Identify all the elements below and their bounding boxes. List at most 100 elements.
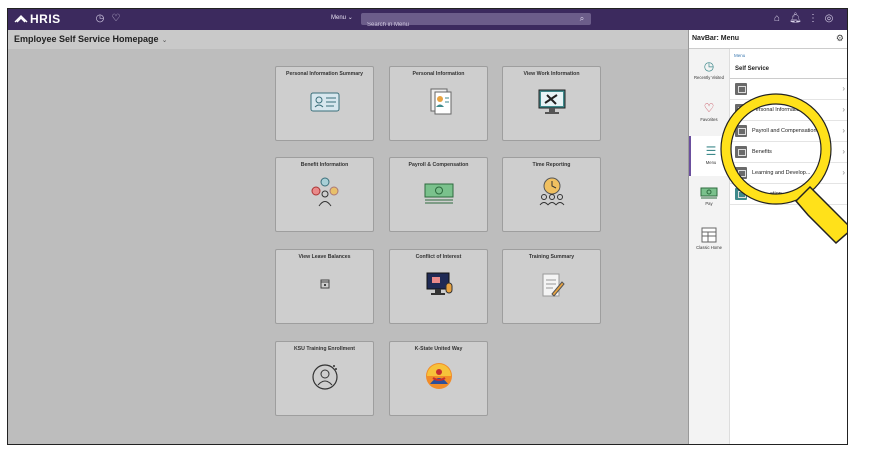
tile-ksu-training-enrollment[interactable]: KSU Training Enrollment bbox=[275, 341, 374, 416]
clock-icon: ◷ bbox=[703, 59, 715, 73]
chevron-right-icon: › bbox=[842, 147, 845, 156]
search-icon[interactable]: ⌕ bbox=[577, 14, 587, 24]
rail-pay[interactable]: Pay bbox=[689, 179, 729, 219]
tile-label: Personal Information Summary bbox=[286, 71, 363, 77]
rail-classic-home[interactable]: Classic Home bbox=[689, 221, 729, 261]
tile-personal-information-summary[interactable]: Personal Information Summary bbox=[275, 66, 374, 141]
rail-label: Menu bbox=[705, 160, 717, 165]
monitor-payment-icon bbox=[426, 272, 453, 295]
navbar-menu-panel: Menu Self Service › Personal Information… bbox=[730, 49, 847, 444]
navbar-header: NavBar: Menu ⚙ bbox=[689, 30, 847, 49]
nav-item-personal-information[interactable]: Personal Information › bbox=[730, 100, 847, 121]
navbar-rail: ◷ Recently Visited ♡ Favorites ☰ Menu Pa… bbox=[689, 49, 731, 444]
people-network-icon bbox=[311, 177, 339, 207]
page-title-text: Employee Self Service Homepage bbox=[14, 34, 159, 44]
app-window: HRIS ◷ ♡ Menu ⌄ ⌕ ⌂ 🔔︎ ⋮ ◎ Employee Self… bbox=[7, 8, 848, 445]
clipboard-pencil-icon bbox=[542, 273, 565, 297]
breadcrumb[interactable]: Menu bbox=[734, 53, 745, 58]
page-title[interactable]: Employee Self Service Homepage ⌄ bbox=[14, 34, 167, 44]
tile-k-state-united-way[interactable]: K-State United Way bbox=[389, 341, 488, 416]
nav-item-benefits[interactable]: Benefits › bbox=[730, 142, 847, 163]
money-icon bbox=[700, 187, 718, 199]
tile-label: Conflict of Interest bbox=[415, 254, 462, 260]
folder-icon bbox=[735, 188, 747, 200]
section-title: Self Service bbox=[735, 66, 770, 72]
tile-label: Training Summary bbox=[528, 254, 575, 260]
title-bar: Employee Self Service Homepage ⌄ bbox=[8, 30, 688, 50]
folder-icon bbox=[735, 125, 747, 137]
chevron-right-icon: › bbox=[842, 105, 845, 114]
rail-menu[interactable]: ☰ Menu bbox=[689, 136, 731, 176]
person-documents-icon bbox=[430, 88, 452, 115]
united-way-icon bbox=[426, 363, 452, 389]
folder-icon bbox=[735, 146, 747, 158]
heart-icon[interactable]: ♡ bbox=[110, 13, 122, 25]
nav-item-payroll-and-compensation[interactable]: Payroll and Compensation › bbox=[730, 121, 847, 142]
compass-icon[interactable]: ◎ bbox=[823, 13, 835, 25]
navbar-title: NavBar: Menu bbox=[692, 35, 740, 42]
folder-icon bbox=[735, 167, 747, 179]
menu-dropdown[interactable]: Menu ⌄ bbox=[331, 14, 353, 21]
rail-recently-visited[interactable]: ◷ Recently Visited bbox=[689, 51, 729, 91]
rail-label: Classic Home bbox=[696, 245, 722, 250]
nav-item-view-information[interactable]: View ...ation bbox=[730, 184, 847, 205]
menu-dropdown-label: Menu bbox=[331, 15, 347, 21]
wheat-logo-icon bbox=[14, 15, 28, 23]
tile-view-work-information[interactable]: View Work Information bbox=[502, 66, 601, 141]
search-box: ⌕ bbox=[361, 13, 591, 31]
monitor-tools-icon bbox=[538, 89, 566, 114]
tile-label: View Leave Balances bbox=[298, 254, 351, 260]
navbar-panel: NavBar: Menu ⚙ ◷ Recently Visited ♡ Favo… bbox=[688, 30, 847, 444]
rail-label: Favorites bbox=[700, 117, 718, 122]
section-header: Self Service bbox=[730, 61, 847, 79]
tile-label: Time Reporting bbox=[532, 162, 571, 168]
tile-label: KSU Training Enrollment bbox=[293, 346, 356, 352]
nav-item-learning-and-development[interactable]: Learning and Develop... › bbox=[730, 163, 847, 184]
chevron-right-icon: › bbox=[842, 126, 845, 135]
grid-icon bbox=[701, 227, 717, 243]
tile-label: Benefit Information bbox=[300, 162, 349, 168]
money-stack-icon bbox=[424, 183, 454, 204]
rail-label: Pay bbox=[705, 201, 713, 206]
home-icon[interactable]: ⌂ bbox=[771, 13, 783, 25]
tiles-area: Personal Information Summary Personal In… bbox=[8, 49, 688, 444]
id-card-icon bbox=[310, 92, 340, 112]
tile-benefit-information[interactable]: Benefit Information bbox=[275, 157, 374, 232]
top-bar: HRIS ◷ ♡ Menu ⌄ ⌕ ⌂ 🔔︎ ⋮ ◎ bbox=[8, 9, 847, 31]
calendar-icon bbox=[320, 279, 330, 289]
more-icon[interactable]: ⋮ bbox=[807, 13, 819, 25]
clock-people-icon bbox=[539, 177, 565, 206]
logo-text: HRIS bbox=[30, 12, 61, 26]
tile-personal-information[interactable]: Personal Information bbox=[389, 66, 488, 141]
nav-item-label: Personal Information bbox=[752, 107, 803, 113]
folder-icon bbox=[735, 104, 747, 116]
heart-icon: ♡ bbox=[703, 101, 715, 115]
nav-item-label: Learning and Develop... bbox=[752, 170, 811, 176]
chevron-right-icon: › bbox=[842, 168, 845, 177]
bell-icon[interactable]: 🔔︎ bbox=[789, 13, 802, 25]
tile-label: Payroll & Compensation bbox=[408, 162, 469, 168]
tile-training-summary[interactable]: Training Summary bbox=[502, 249, 601, 324]
chevron-right-icon: › bbox=[842, 84, 845, 93]
folder-icon bbox=[735, 83, 747, 95]
nav-item-label: Benefits bbox=[752, 149, 772, 155]
chevron-down-icon: ⌄ bbox=[161, 37, 168, 44]
tile-time-reporting[interactable]: Time Reporting bbox=[502, 157, 601, 232]
hris-logo[interactable]: HRIS bbox=[14, 12, 61, 26]
nav-item-0[interactable]: › bbox=[730, 79, 847, 100]
tile-label: K-State United Way bbox=[414, 346, 463, 352]
nav-item-label: View ...ation bbox=[752, 191, 782, 197]
menu-icon: ☰ bbox=[705, 144, 717, 158]
person-circle-icon bbox=[312, 364, 338, 390]
gear-icon[interactable]: ⚙ bbox=[836, 33, 844, 44]
tile-payroll-compensation[interactable]: Payroll & Compensation bbox=[389, 157, 488, 232]
history-icon[interactable]: ◷ bbox=[94, 13, 106, 25]
chevron-down-icon: ⌄ bbox=[347, 15, 353, 21]
tile-label: Personal Information bbox=[412, 71, 465, 77]
nav-item-label: Payroll and Compensation bbox=[752, 128, 817, 134]
tile-label: View Work Information bbox=[523, 71, 580, 77]
rail-favorites[interactable]: ♡ Favorites bbox=[689, 93, 729, 133]
tile-view-leave-balances[interactable]: View Leave Balances bbox=[275, 249, 374, 324]
tile-conflict-of-interest[interactable]: Conflict of Interest bbox=[389, 249, 488, 324]
rail-label: Recently Visited bbox=[694, 75, 724, 80]
